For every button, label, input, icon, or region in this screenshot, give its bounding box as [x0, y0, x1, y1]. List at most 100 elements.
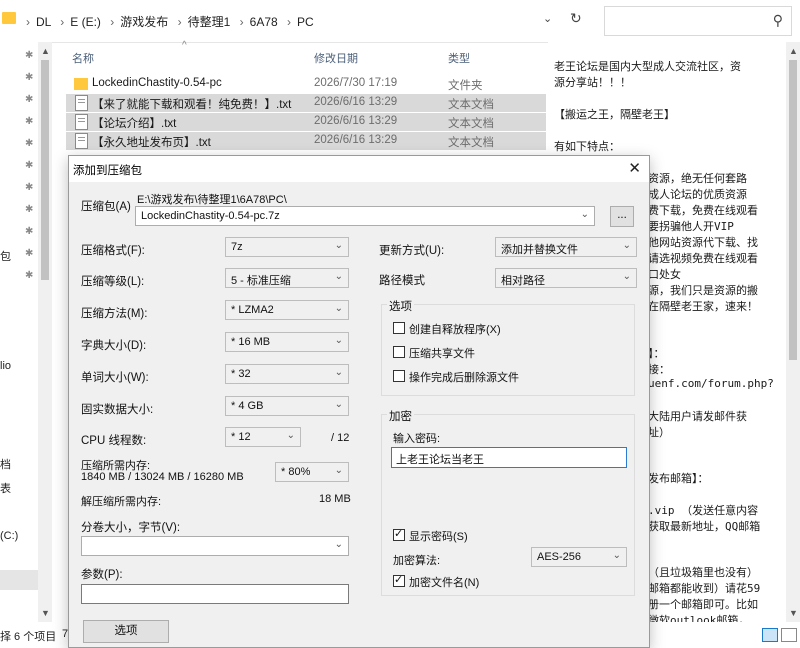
volume-combo[interactable]: ⌄: [81, 536, 349, 556]
shared-label[interactable]: 压缩共享文件: [409, 345, 475, 361]
preview-line: 大陆用户请发邮件获: [648, 410, 747, 423]
password-input[interactable]: 上老王论坛当老王: [391, 447, 627, 468]
params-label: 参数(P):: [81, 569, 123, 581]
archive-label: 压缩包(A): [81, 201, 131, 213]
preview-line: 册一个邮箱即可。比如: [648, 598, 758, 611]
file-type: 文件夹: [448, 80, 483, 92]
chevron-down-icon[interactable]: ⌄: [543, 12, 552, 25]
volume-label: 分卷大小，字节(V):: [81, 522, 181, 534]
pathmode-value: 相对路径: [501, 275, 545, 287]
solid-select[interactable]: * 4 GB ⌄: [225, 396, 349, 416]
address-bar[interactable]: › DL › E (E:) › 游戏发布 › 待整理1 › 6A78 › PC ⌄ ↻ ⚲: [0, 0, 800, 43]
column-name[interactable]: 名称: [72, 50, 94, 66]
breadcrumb[interactable]: › DL › E (E:) › 游戏发布 › 待整理1 › 6A78 › PC: [20, 13, 314, 30]
encrypt-names-checkbox[interactable]: [393, 573, 405, 587]
file-row[interactable]: 【来了就能下载和观看！纯免费！】.txt 2026/6/16 13:29 文本文…: [66, 94, 546, 112]
column-date[interactable]: 修改日期: [314, 50, 358, 66]
breadcrumb-dl[interactable]: DL: [36, 15, 51, 29]
enc-method-label: 加密算法:: [393, 555, 441, 567]
delete-source-label[interactable]: 操作完成后删除源文件: [409, 369, 519, 385]
nav-item-fragment[interactable]: 表: [0, 480, 11, 496]
mem-percent-value: * 80%: [281, 466, 311, 478]
pin-icon: ✱: [25, 116, 34, 127]
archive-name-combo[interactable]: LockedinChastity-0.54-pc.7z ⌄: [135, 206, 595, 226]
breadcrumb-6a78[interactable]: 6A78: [250, 15, 278, 29]
preview-line: 在隔壁老王家，速来！: [648, 300, 758, 313]
scroll-thumb[interactable]: [41, 60, 49, 280]
text-file-icon: [75, 133, 88, 149]
enc-method-value: AES-256: [537, 551, 582, 563]
enc-method-select[interactable]: AES-256 ⌄: [531, 547, 627, 567]
show-password-checkbox[interactable]: [393, 527, 405, 541]
encrypt-names-label[interactable]: 加密文件名(N): [409, 574, 479, 590]
nav-item-fragment[interactable]: lio: [0, 360, 11, 372]
pin-icon: ✱: [25, 138, 34, 149]
cpu-select[interactable]: * 12 ⌄: [225, 427, 301, 447]
delete-source-checkbox[interactable]: [393, 370, 405, 382]
sfx-checkbox[interactable]: [393, 322, 405, 334]
mem-percent-select[interactable]: * 80% ⌄: [275, 462, 349, 482]
nav-item-fragment[interactable]: 包: [0, 248, 11, 264]
details-view-icon[interactable]: [762, 628, 778, 642]
word-select[interactable]: * 32 ⌄: [225, 364, 349, 384]
level-select[interactable]: 5 - 标准压缩 ⌄: [225, 268, 349, 288]
close-icon[interactable]: ✕: [628, 159, 641, 177]
refresh-icon[interactable]: ↻: [570, 10, 582, 27]
cpu-value: * 12: [231, 431, 251, 443]
browse-button[interactable]: ...: [610, 206, 634, 227]
pathmode-select[interactable]: 相对路径 ⌄: [495, 268, 637, 288]
params-input[interactable]: [81, 584, 349, 604]
show-password-label[interactable]: 显示密码(S): [409, 528, 468, 544]
scroll-up-icon[interactable]: ▲: [41, 46, 50, 56]
nav-scrollbar[interactable]: ▲ ▼: [38, 42, 52, 622]
decomp-value: 18 MB: [319, 493, 351, 505]
preview-line: 【搬运之王，隔壁老王】: [554, 108, 675, 121]
preview-line: uenf.com/forum.php?: [648, 377, 774, 390]
column-header: ^ 名称 修改日期 类型: [62, 40, 548, 70]
sfx-label[interactable]: 创建自释放程序(X): [409, 321, 501, 337]
chevron-down-icon: ⌄: [334, 271, 343, 282]
breadcrumb-game-release[interactable]: 游戏发布: [120, 15, 168, 29]
dict-value: * 16 MB: [231, 336, 271, 348]
chevron-down-icon[interactable]: ⌄: [581, 209, 589, 220]
method-value: * LZMA2: [231, 304, 274, 316]
preview-line: .vip （发送任意内容: [648, 504, 759, 517]
scroll-down-icon[interactable]: ▼: [41, 608, 50, 618]
scroll-thumb[interactable]: [789, 60, 797, 360]
method-select[interactable]: * LZMA2 ⌄: [225, 300, 349, 320]
file-row[interactable]: 【永久地址发布页】.txt 2026/6/16 13:29 文本文档: [66, 132, 546, 150]
update-select[interactable]: 添加并替换文件 ⌄: [495, 237, 637, 257]
chevron-right-icon: ›: [60, 15, 65, 29]
preview-line: 发布邮箱】：: [648, 472, 709, 485]
chevron-down-icon: ⌄: [334, 465, 343, 476]
preview-line: 源分享站！！！: [554, 76, 631, 89]
file-row[interactable]: 【论坛介绍】.txt 2026/6/16 13:29 文本文档: [66, 113, 546, 131]
chevron-down-icon[interactable]: ⌄: [335, 539, 343, 550]
file-date: 2026/6/16 13:29: [314, 96, 398, 108]
thumbnail-view-icon[interactable]: [781, 628, 797, 642]
file-type: 文本文档: [448, 118, 494, 130]
file-row[interactable]: LockedinChastity-0.54-pc 2026/7/30 17:19…: [66, 75, 546, 93]
folder-icon: [2, 12, 16, 24]
search-box[interactable]: ⚲: [604, 6, 792, 36]
archive-name-value: LockedinChastity-0.54-pc.7z: [141, 210, 280, 222]
column-type[interactable]: 类型: [448, 50, 470, 66]
file-name: 【论坛介绍】.txt: [92, 118, 177, 130]
dict-select[interactable]: * 16 MB ⌄: [225, 332, 349, 352]
pin-icon: ✱: [25, 94, 34, 105]
shared-checkbox[interactable]: [393, 346, 405, 358]
preview-line: 源，我们只是资源的搬: [648, 284, 758, 297]
breadcrumb-drive-e[interactable]: E (E:): [70, 15, 101, 29]
nav-item-fragment[interactable]: 档: [0, 456, 11, 472]
scroll-up-icon[interactable]: ▲: [789, 46, 798, 56]
nav-item-fragment[interactable]: (C:): [0, 530, 18, 542]
preview-scrollbar[interactable]: ▲ ▼: [786, 42, 800, 622]
scroll-down-icon[interactable]: ▼: [789, 608, 798, 618]
preview-line: 有如下特点：: [554, 140, 620, 153]
format-select[interactable]: 7z ⌄: [225, 237, 349, 257]
breadcrumb-pc[interactable]: PC: [297, 15, 314, 29]
options-button[interactable]: 选项: [83, 620, 169, 643]
breadcrumb-todo[interactable]: 待整理1: [188, 15, 231, 29]
dialog-titlebar[interactable]: 添加到压缩包 ✕: [69, 156, 649, 182]
nav-selected-item[interactable]: [0, 570, 38, 590]
